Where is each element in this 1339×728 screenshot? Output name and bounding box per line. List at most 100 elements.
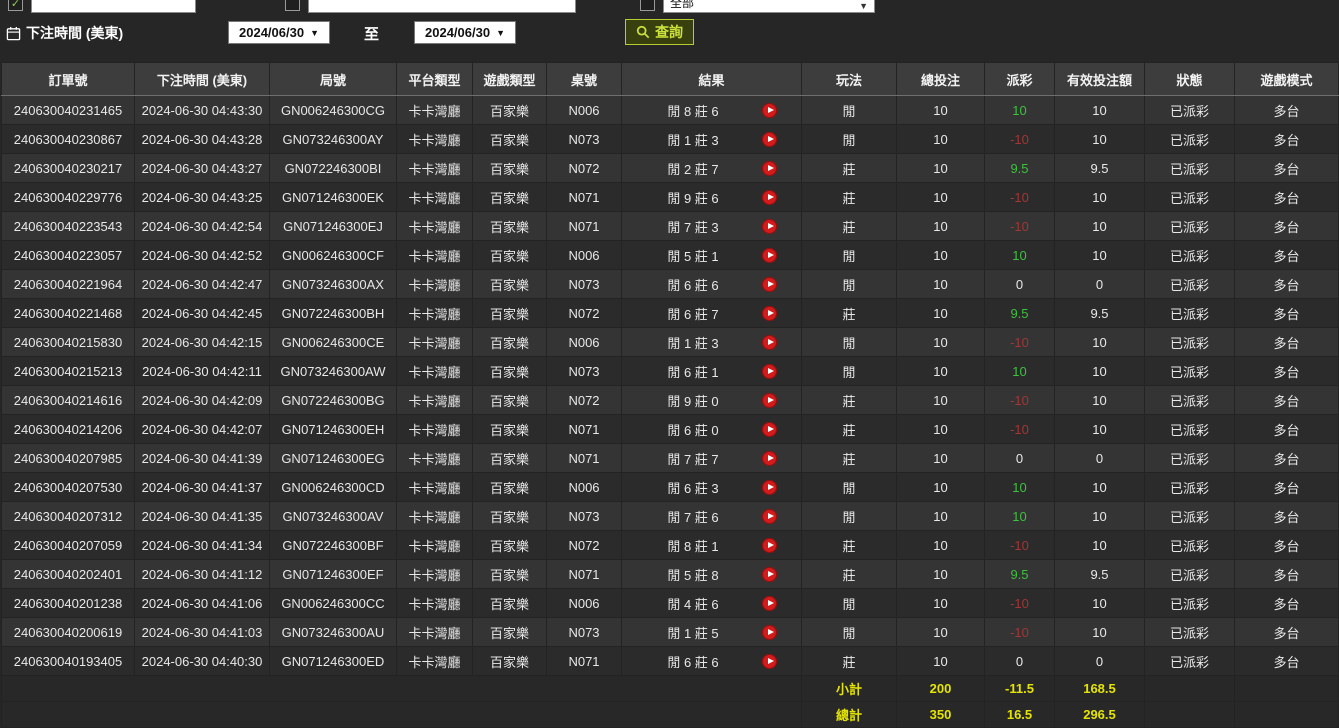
game-mode: 多台 (1235, 560, 1339, 589)
platform-type: 卡卡灣廳 (397, 502, 473, 531)
play-type: 莊 (802, 183, 897, 212)
filter-checkbox-3[interactable] (640, 0, 655, 11)
column-header: 遊戲類型 (473, 63, 547, 96)
play-video-icon[interactable] (762, 335, 777, 350)
game-mode: 多台 (1235, 531, 1339, 560)
bet-time: 2024-06-30 04:41:37 (135, 473, 270, 502)
play-video-icon[interactable] (762, 103, 777, 118)
play-video-icon[interactable] (762, 161, 777, 176)
date-filter-bar: 下注時間 (美東) 2024/06/30 ▼ 至 2024/06/30 ▼ 查詢 (0, 16, 1339, 50)
status: 已派彩 (1145, 444, 1235, 473)
result-cell: 閒 1 莊 3 (622, 125, 802, 154)
table-number: N072 (547, 531, 622, 560)
platform-type: 卡卡灣廳 (397, 647, 473, 676)
table-header-row: 訂單號下注時間 (美東)局號平台類型遊戲類型桌號結果玩法總投注派彩有效投注額狀態… (2, 63, 1339, 96)
bet-time: 2024-06-30 04:43:28 (135, 125, 270, 154)
play-video-icon[interactable] (762, 625, 777, 640)
bet-time: 2024-06-30 04:42:54 (135, 212, 270, 241)
order-number: 240630040229776 (2, 183, 135, 212)
play-video-icon[interactable] (762, 306, 777, 321)
game-type: 百家樂 (473, 473, 547, 502)
valid-bet: 0 (1055, 270, 1145, 299)
payout: 10 (985, 241, 1055, 270)
payout: 10 (985, 473, 1055, 502)
query-button[interactable]: 查詢 (625, 19, 694, 45)
table-number: N071 (547, 647, 622, 676)
status: 已派彩 (1145, 560, 1235, 589)
play-video-icon[interactable] (762, 480, 777, 495)
valid-bet: 10 (1055, 589, 1145, 618)
result-text: 閒 6 莊 6 (624, 275, 762, 294)
play-video-icon[interactable] (762, 190, 777, 205)
play-type: 閒 (802, 270, 897, 299)
filter-select[interactable]: 全部 ▼ (663, 0, 875, 13)
game-mode: 多台 (1235, 415, 1339, 444)
table-number: N073 (547, 270, 622, 299)
result-cell: 閒 6 莊 0 (622, 415, 802, 444)
valid-bet: 10 (1055, 502, 1145, 531)
chevron-down-icon: ▼ (859, 1, 868, 11)
play-video-icon[interactable] (762, 654, 777, 669)
payout: 9.5 (985, 560, 1055, 589)
result-text: 閒 4 莊 6 (624, 594, 762, 613)
filter-checkbox-1[interactable]: ✓ (8, 0, 23, 11)
subtotal-total-bet: 200 (897, 676, 985, 702)
round-number: GN073246300AV (270, 502, 397, 531)
bet-time: 2024-06-30 04:41:12 (135, 560, 270, 589)
table-row: 2406300402006192024-06-30 04:41:03GN0732… (2, 618, 1339, 647)
total-bet: 10 (897, 357, 985, 386)
play-type: 莊 (802, 386, 897, 415)
round-number: GN072246300BH (270, 299, 397, 328)
game-mode: 多台 (1235, 473, 1339, 502)
grand-total-label: 總計 (802, 702, 897, 728)
game-type: 百家樂 (473, 96, 547, 125)
play-video-icon[interactable] (762, 393, 777, 408)
result-cell: 閒 1 莊 3 (622, 328, 802, 357)
game-type: 百家樂 (473, 444, 547, 473)
result-cell: 閒 4 莊 6 (622, 589, 802, 618)
to-label: 至 (364, 23, 379, 44)
date-from-dropdown[interactable]: 2024/06/30 ▼ (228, 21, 330, 44)
play-video-icon[interactable] (762, 509, 777, 524)
table-row: 2406300402146162024-06-30 04:42:09GN0722… (2, 386, 1339, 415)
column-header: 總投注 (897, 63, 985, 96)
play-video-icon[interactable] (762, 277, 777, 292)
game-type: 百家樂 (473, 125, 547, 154)
round-number: GN006246300CG (270, 96, 397, 125)
date-to-dropdown[interactable]: 2024/06/30 ▼ (414, 21, 516, 44)
play-video-icon[interactable] (762, 364, 777, 379)
filter-input-2[interactable] (308, 0, 576, 13)
result-cell: 閒 7 莊 3 (622, 212, 802, 241)
column-header: 狀態 (1145, 63, 1235, 96)
play-video-icon[interactable] (762, 422, 777, 437)
round-number: GN006246300CF (270, 241, 397, 270)
play-type: 莊 (802, 560, 897, 589)
filter-checkbox-2[interactable] (285, 0, 300, 11)
table-number: N006 (547, 241, 622, 270)
round-number: GN006246300CE (270, 328, 397, 357)
platform-type: 卡卡灣廳 (397, 473, 473, 502)
play-video-icon[interactable] (762, 451, 777, 466)
result-text: 閒 6 莊 1 (624, 362, 762, 381)
play-type: 莊 (802, 647, 897, 676)
filter-input-1[interactable] (31, 0, 196, 13)
filter-group-1: ✓ (8, 0, 196, 13)
play-video-icon[interactable] (762, 567, 777, 582)
game-mode: 多台 (1235, 589, 1339, 618)
total-bet: 10 (897, 415, 985, 444)
round-number: GN073246300AX (270, 270, 397, 299)
status: 已派彩 (1145, 618, 1235, 647)
result-cell: 閒 9 莊 6 (622, 183, 802, 212)
play-video-icon[interactable] (762, 132, 777, 147)
play-video-icon[interactable] (762, 219, 777, 234)
play-video-icon[interactable] (762, 248, 777, 263)
play-video-icon[interactable] (762, 596, 777, 611)
game-type: 百家樂 (473, 212, 547, 241)
round-number: GN071246300EG (270, 444, 397, 473)
play-video-icon[interactable] (762, 538, 777, 553)
table-number: N006 (547, 473, 622, 502)
payout: -10 (985, 531, 1055, 560)
bet-time: 2024-06-30 04:42:09 (135, 386, 270, 415)
game-type: 百家樂 (473, 415, 547, 444)
platform-type: 卡卡灣廳 (397, 415, 473, 444)
